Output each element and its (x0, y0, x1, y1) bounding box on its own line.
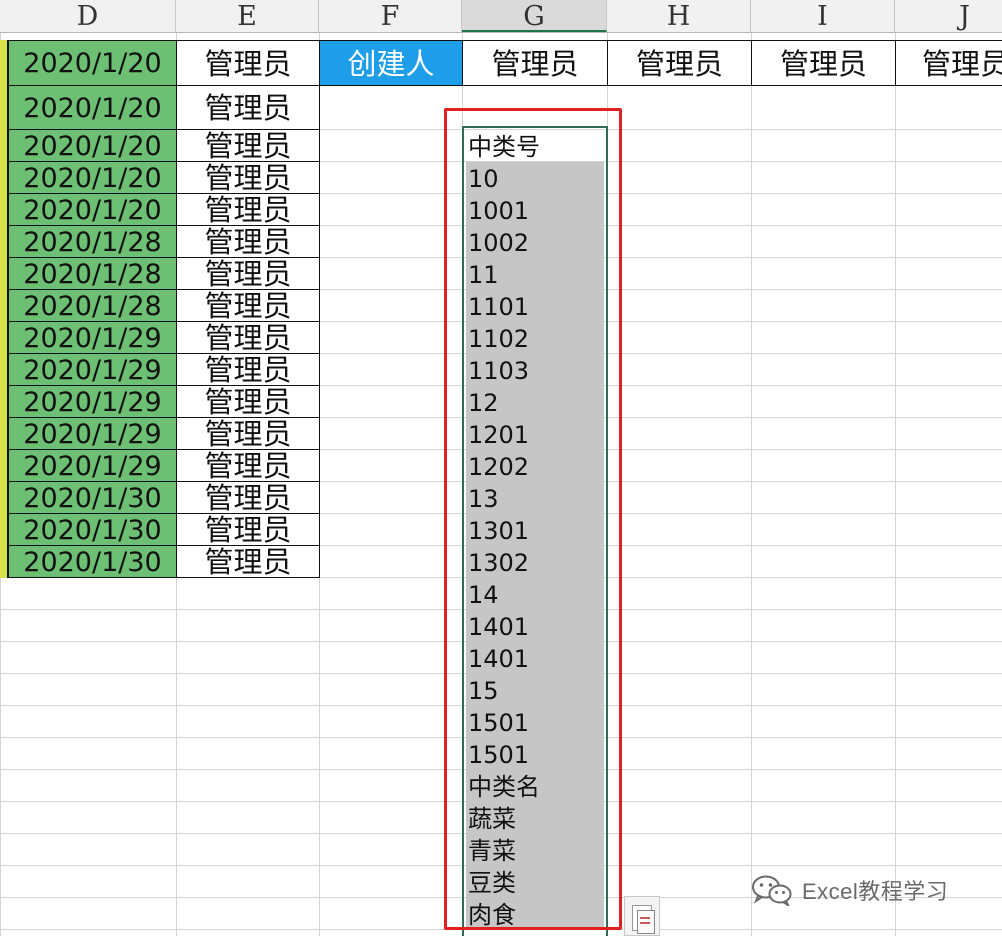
admin-cell[interactable]: 管理员 (176, 129, 320, 162)
paste-options-icon[interactable] (624, 896, 660, 936)
adjacent-column-fill (0, 321, 8, 354)
adjacent-column-fill (0, 40, 8, 86)
adjacent-column-fill (0, 449, 8, 482)
date-cell[interactable]: 2020/1/20 (8, 161, 177, 194)
list-item[interactable]: 1002 (466, 226, 604, 258)
list-item[interactable]: 1102 (466, 322, 604, 354)
grid-col-line (895, 32, 896, 936)
watermark: Excel教程学习 (750, 868, 948, 912)
list-item[interactable]: 1101 (466, 290, 604, 322)
admin-cell-j[interactable]: 管理员 (895, 40, 1002, 86)
date-cell[interactable]: 2020/1/20 (8, 85, 177, 130)
admin-cell[interactable]: 管理员 (176, 289, 320, 322)
date-cell[interactable]: 2020/1/29 (8, 417, 177, 450)
date-cell[interactable]: 2020/1/29 (8, 449, 177, 482)
date-cell[interactable]: 2020/1/30 (8, 481, 177, 514)
date-cell[interactable]: 2020/1/28 (8, 289, 177, 322)
adjacent-column-fill (0, 225, 8, 258)
grid-col-line (607, 32, 608, 936)
column-header-e[interactable]: E (176, 0, 319, 32)
admin-cell[interactable]: 管理员 (176, 321, 320, 354)
date-cell[interactable]: 2020/1/30 (8, 513, 177, 546)
date-cell[interactable]: 2020/1/20 (8, 40, 177, 86)
list-item[interactable]: 11 (466, 258, 604, 290)
admin-cell-h[interactable]: 管理员 (607, 40, 752, 86)
date-cell[interactable]: 2020/1/29 (8, 321, 177, 354)
column-header-bar: DEFGHIJ (0, 0, 1002, 33)
list-item[interactable]: 1301 (466, 514, 604, 546)
adjacent-column-fill (0, 417, 8, 450)
list-item[interactable]: 中类名 (466, 770, 604, 802)
column-header-g[interactable]: G (462, 0, 607, 32)
admin-cell[interactable]: 管理员 (176, 481, 320, 514)
admin-cell[interactable]: 管理员 (176, 449, 320, 482)
date-cell[interactable]: 2020/1/28 (8, 257, 177, 290)
adjacent-column-fill (0, 353, 8, 386)
creator-cell[interactable]: 创建人 (319, 40, 463, 86)
admin-cell[interactable]: 管理员 (176, 225, 320, 258)
list-item[interactable]: 14 (466, 578, 604, 610)
list-item[interactable]: 1202 (466, 450, 604, 482)
watermark-text: Excel教程学习 (802, 879, 949, 904)
adjacent-column-fill (0, 481, 8, 514)
list-item[interactable]: 1501 (466, 738, 604, 770)
adjacent-column-fill (0, 545, 8, 578)
admin-cell[interactable]: 管理员 (176, 161, 320, 194)
admin-cell[interactable]: 管理员 (176, 85, 320, 130)
column-header-f[interactable]: F (319, 0, 462, 32)
column-header-h[interactable]: H (607, 0, 751, 32)
admin-cell[interactable]: 管理员 (176, 353, 320, 386)
list-item[interactable]: 1401 (466, 610, 604, 642)
adjacent-column-fill (0, 161, 8, 194)
adjacent-column-fill (0, 85, 8, 130)
date-cell[interactable]: 2020/1/30 (8, 545, 177, 578)
spreadsheet[interactable]: DEFGHIJ 2020/1/20 管理员 创建人 管理员 管理员 管理员 管理员 2020/… (0, 0, 1002, 936)
list-item[interactable]: 1103 (466, 354, 604, 386)
adjacent-column-fill (0, 257, 8, 290)
admin-cell[interactable]: 管理员 (176, 545, 320, 578)
date-cell[interactable]: 2020/1/29 (8, 385, 177, 418)
date-cell[interactable]: 2020/1/20 (8, 193, 177, 226)
date-cell[interactable]: 2020/1/28 (8, 225, 177, 258)
date-cell[interactable]: 2020/1/29 (8, 353, 177, 386)
adjacent-column-fill (0, 193, 8, 226)
admin-cell[interactable]: 管理员 (176, 193, 320, 226)
admin-cell[interactable]: 管理员 (176, 40, 320, 86)
list-item[interactable]: 1401 (466, 642, 604, 674)
list-item[interactable]: 12 (466, 386, 604, 418)
date-cell[interactable]: 2020/1/20 (8, 129, 177, 162)
list-item[interactable]: 青菜 (466, 834, 604, 866)
admin-cell[interactable]: 管理员 (176, 417, 320, 450)
list-item[interactable]: 豆类 (466, 866, 604, 898)
adjacent-column-fill (0, 129, 8, 162)
list-item[interactable]: 1302 (466, 546, 604, 578)
list-item[interactable]: 1201 (466, 418, 604, 450)
admin-cell-i[interactable]: 管理员 (751, 40, 896, 86)
column-header-d[interactable]: D (0, 0, 176, 32)
column-header-j[interactable]: J (895, 0, 1002, 32)
admin-cell[interactable]: 管理员 (176, 385, 320, 418)
admin-cell-g[interactable]: 管理员 (462, 40, 608, 86)
admin-cell[interactable]: 管理员 (176, 257, 320, 290)
list-item[interactable]: 13 (466, 482, 604, 514)
list-item[interactable]: 中类号 (466, 130, 604, 162)
list-item[interactable]: 1001 (466, 194, 604, 226)
column-header-i[interactable]: I (751, 0, 895, 32)
list-item[interactable]: 肉食 (466, 898, 604, 930)
grid-col-line (462, 32, 463, 936)
list-item[interactable]: 15 (466, 674, 604, 706)
grid-col-line (751, 32, 752, 936)
admin-cell[interactable]: 管理员 (176, 513, 320, 546)
list-item[interactable]: 1501 (466, 706, 604, 738)
adjacent-column-fill (0, 513, 8, 546)
adjacent-column-fill (0, 385, 8, 418)
list-item[interactable]: 蔬菜 (466, 802, 604, 834)
adjacent-column-fill (0, 289, 8, 322)
wechat-icon (752, 875, 792, 906)
list-item[interactable]: 10 (466, 162, 604, 194)
